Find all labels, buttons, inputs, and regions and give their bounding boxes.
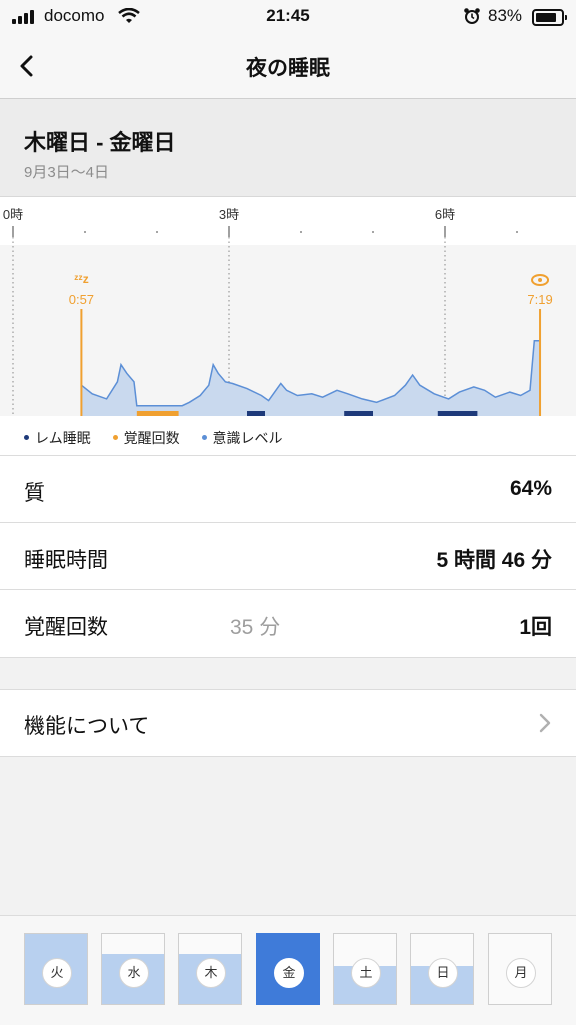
day-label: 土 — [351, 958, 381, 988]
legend-consciousness: 意識レベル — [201, 428, 283, 448]
legend-awake-dot — [112, 434, 118, 440]
awake-segment — [136, 411, 179, 416]
minor-tick-dot — [156, 231, 158, 233]
x-tick-label: 3時 — [219, 207, 239, 222]
day-label: 水 — [119, 958, 149, 988]
legend-awake: 覚醒回数 — [112, 428, 180, 448]
sleep-icon: ᶻᶻz — [74, 272, 89, 286]
day-tab-5[interactable]: 日 — [410, 933, 474, 1005]
awake-row: 覚醒回数 35 分 1回 — [0, 590, 576, 657]
minor-tick-dot — [300, 231, 302, 233]
chevron-right-icon — [539, 713, 551, 733]
sleep-stats: 質 64% 睡眠時間 5 時間 46 分 覚醒回数 35 分 1回 — [0, 455, 576, 658]
day-label: 木 — [196, 958, 226, 988]
day-tab-6[interactable]: 月 — [488, 933, 552, 1005]
minor-tick-dot — [84, 231, 86, 233]
day-selector: 火水木金土日月 — [0, 915, 576, 1025]
legend-rem-dot — [24, 434, 29, 440]
battery-icon — [532, 9, 567, 26]
sleep-start-label: 0:57 — [69, 292, 94, 307]
day-tab-1[interactable]: 水 — [101, 933, 165, 1005]
day-tab-3[interactable]: 金 — [256, 933, 320, 1005]
sleep-chart: 0時 3時 6時 ᶻᶻz 0:57 7:19 レム睡眠 覚醒回数 意識レベル — [0, 197, 576, 455]
legend-consciousness-label: 意識レベル — [212, 430, 283, 446]
day-tab-2[interactable]: 木 — [178, 933, 242, 1005]
eye-icon-pupil — [538, 278, 543, 282]
rem-segment — [437, 411, 478, 416]
quality-row: 質 64% — [0, 456, 576, 523]
quality-value: 64% — [509, 477, 552, 500]
minor-tick-dot — [516, 231, 518, 233]
minor-tick-dot — [372, 231, 374, 233]
page-title: 夜の睡眠 — [246, 57, 330, 80]
battery-percent: 83% — [488, 6, 523, 25]
about-feature-row[interactable]: 機能について — [0, 689, 576, 757]
day-tab-4[interactable]: 土 — [333, 933, 397, 1005]
awake-duration: 35 分 — [230, 616, 281, 639]
legend-rem-label: レム睡眠 — [35, 430, 91, 446]
legend-awake-label: 覚醒回数 — [123, 430, 180, 446]
rem-segment — [247, 411, 265, 416]
chart-legend: レム睡眠 覚醒回数 意識レベル — [24, 428, 301, 448]
sub-date: 9月3日〜4日 — [24, 164, 110, 181]
alarm-icon — [464, 8, 480, 24]
sleep-time-value: 5 時間 46 分 — [436, 549, 552, 572]
day-label: 日 — [428, 958, 458, 988]
date-header: 木曜日 - 金曜日 9月3日〜4日 — [0, 99, 576, 197]
day-tab-0[interactable]: 火 — [24, 933, 88, 1005]
x-tick-label: 0時 — [3, 207, 23, 222]
date-range: 木曜日 - 金曜日 — [24, 130, 176, 155]
rem-segment — [344, 411, 373, 416]
day-label: 金 — [274, 958, 304, 988]
status-bar: docomo 21:45 83% — [0, 0, 576, 32]
quality-label: 質 — [24, 482, 45, 505]
day-label: 月 — [506, 958, 536, 988]
legend-rem: レム睡眠 — [24, 428, 91, 448]
day-label: 火 — [42, 958, 72, 988]
x-tick-label: 6時 — [435, 207, 455, 222]
nav-bar: 夜の睡眠 — [0, 32, 576, 99]
wake-label: 7:19 — [527, 292, 552, 307]
awake-count: 1回 — [519, 616, 552, 639]
legend-consciousness-dot — [201, 434, 207, 440]
sleep-chart-svg: 0時 3時 6時 ᶻᶻz 0:57 7:19 — [0, 207, 576, 416]
sleep-time-label: 睡眠時間 — [24, 549, 108, 572]
about-feature-label: 機能について — [24, 715, 150, 738]
awake-label: 覚醒回数 — [24, 616, 108, 639]
sleep-time-row: 睡眠時間 5 時間 46 分 — [0, 523, 576, 590]
